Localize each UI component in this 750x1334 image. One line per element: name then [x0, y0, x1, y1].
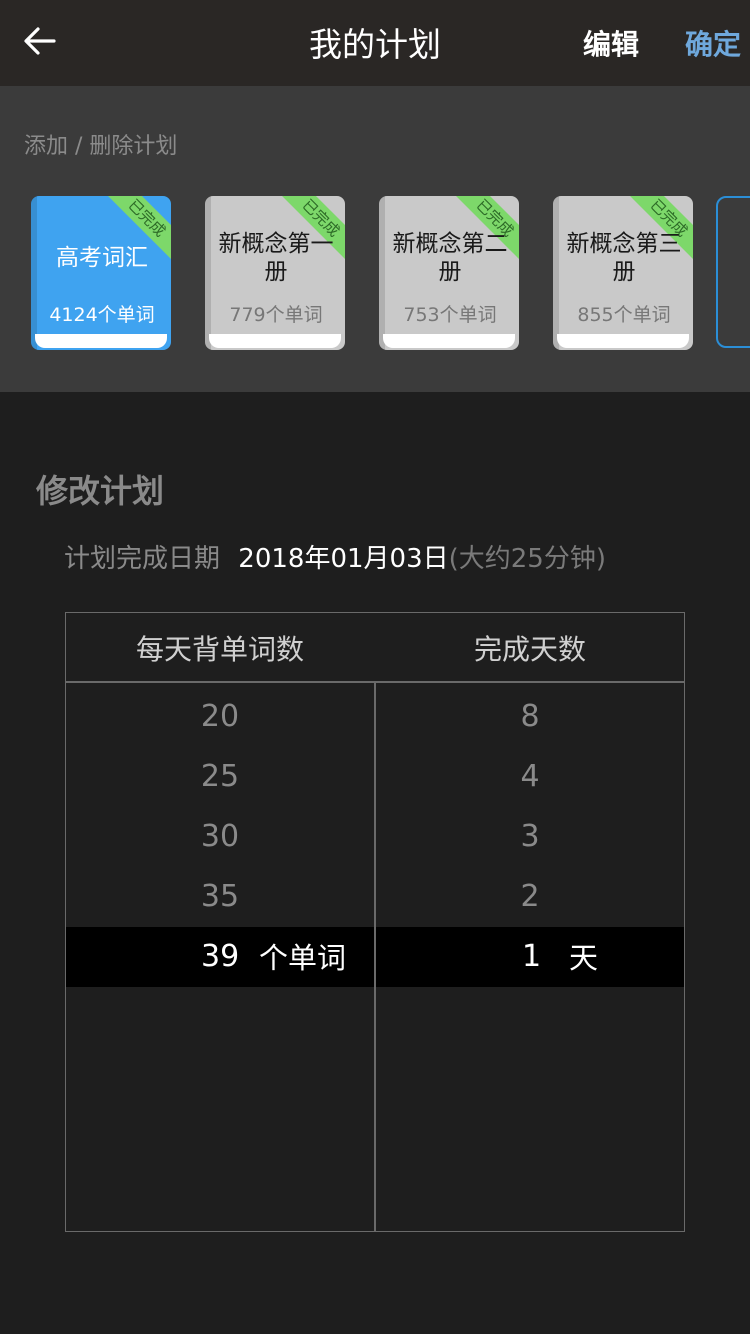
- book-word-count: 779个单词: [229, 304, 323, 326]
- completion-date-label: 计划完成日期: [64, 544, 221, 574]
- add-remove-plan-link[interactable]: 添加 / 删除计划: [24, 128, 177, 160]
- plan-book-nce1[interactable]: 已完成 新概念第一册 779个单词: [205, 196, 345, 350]
- plan-book-nce2[interactable]: 已完成 新概念第二册 753个单词: [379, 196, 519, 350]
- words-unit: 个单词: [259, 941, 347, 975]
- book-title: 高考词汇: [56, 245, 148, 271]
- plan-list-section: 添加 / 删除计划 已完成 高考词汇 4124个单词 已完成 新概念第一册 77…: [0, 86, 750, 392]
- book-title: 新概念第一册: [218, 231, 334, 285]
- days-option[interactable]: 3: [376, 807, 684, 867]
- words-option[interactable]: 30: [66, 807, 374, 867]
- plan-book-nce3[interactable]: 已完成 新概念第三册 855个单词: [553, 196, 693, 350]
- book-pages: [209, 334, 341, 348]
- book-pages: [557, 334, 689, 348]
- words-option[interactable]: 25: [66, 747, 374, 807]
- book-title: 新概念第二册: [392, 231, 508, 285]
- words-per-day-header: 每天背单词数: [135, 633, 304, 666]
- daily-duration: (大约25分钟): [448, 544, 606, 574]
- edit-button[interactable]: 编辑: [583, 0, 639, 86]
- picker-header: 每天背单词数 完成天数: [66, 613, 684, 683]
- plan-picker: 每天背单词数 完成天数 20 25 30 35 8 4 3 2 39 个单词 1…: [65, 612, 685, 1232]
- days-unit: 天: [569, 941, 599, 975]
- navigation-bar: 我的计划 编辑 确定: [0, 0, 750, 86]
- days-option[interactable]: 8: [376, 687, 684, 747]
- days-option[interactable]: 4: [376, 747, 684, 807]
- book-word-count: 855个单词: [577, 304, 671, 326]
- plan-book-partial[interactable]: [716, 196, 750, 348]
- book-title: 新概念第三册: [566, 231, 682, 285]
- words-option[interactable]: 35: [66, 867, 374, 927]
- days-option[interactable]: 2: [376, 867, 684, 927]
- words-option[interactable]: 20: [66, 687, 374, 747]
- book-pages: [35, 334, 167, 348]
- confirm-button[interactable]: 确定: [685, 0, 741, 86]
- plan-book-gaokao[interactable]: 已完成 高考词汇 4124个单词: [31, 196, 171, 350]
- book-pages: [383, 334, 515, 348]
- completion-date-row: 计划完成日期 2018年01月03日(大约25分钟): [64, 538, 606, 575]
- days-selected-value: 1: [522, 939, 542, 974]
- completion-date-value: 2018年01月03日: [238, 544, 449, 574]
- book-word-count: 753个单词: [403, 304, 497, 326]
- book-word-count: 4124个单词: [49, 304, 155, 326]
- modify-plan-heading: 修改计划: [36, 472, 165, 510]
- words-selected-value: 39: [201, 939, 240, 974]
- days-header: 完成天数: [473, 633, 586, 666]
